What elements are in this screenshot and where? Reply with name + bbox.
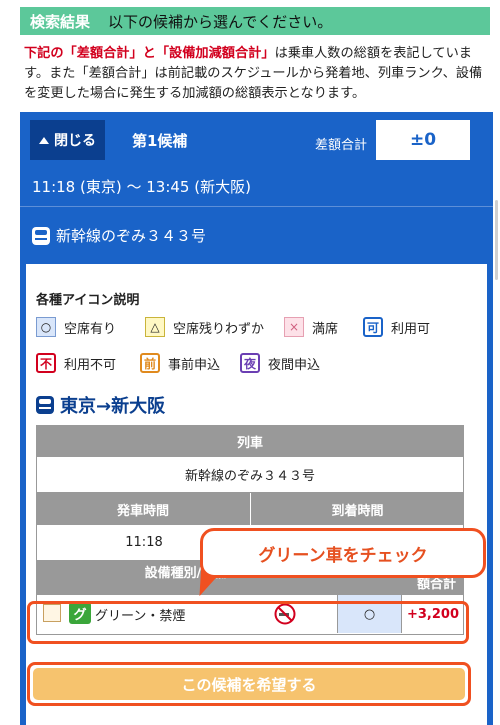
depart-header: 発車時間 <box>116 503 169 519</box>
collapse-triangle-icon <box>39 136 49 144</box>
legend-item-vacant: ○ 空席有り <box>36 317 116 337</box>
notice-text: 下記の「差額合計」と「設備加減額合計」は乗車人数の総額を表記しています。また「差… <box>24 44 490 104</box>
route-heading: 東京→新大阪 <box>36 392 165 418</box>
legend-item-night: 夜 夜間申込 <box>240 353 320 373</box>
notice-rest: また「差額合計」は前記載のスケジュールから発着地、列車ランク、設備を変更した場合… <box>24 66 483 101</box>
candidate-title: 第1候補 <box>132 132 188 150</box>
callout-bubble: グリーン車をチェック <box>200 528 486 578</box>
train-header-label: 列車 <box>236 435 263 451</box>
candidate-details: 各種アイコン説明 ○ 空席有り △ 空席残りわずか × 満席 可 利用可 不 利… <box>26 264 487 725</box>
train-summary: 新幹線のぞみ３４３号 <box>32 225 206 246</box>
result-title: 検索結果 <box>30 12 91 31</box>
unavailable-icon: 不 <box>36 353 56 373</box>
legend-label: 夜間申込 <box>268 357 321 373</box>
schedule-time: 11:18 (東京) 〜 13:45 (新大阪) <box>32 178 251 196</box>
available-icon: 可 <box>363 317 383 337</box>
row-highlight-frame <box>27 601 469 644</box>
request-candidate-button[interactable]: この候補を希望する <box>33 668 465 700</box>
train-icon <box>36 396 54 414</box>
legend-label: 事前申込 <box>168 357 221 373</box>
diff-total-value: ±0 <box>376 120 470 160</box>
full-icon: × <box>284 317 304 337</box>
legend-label: 空席残りわずか <box>173 321 265 337</box>
route-label: 東京→新大阪 <box>60 396 166 417</box>
legend-item-unavailable: 不 利用不可 <box>36 353 116 373</box>
legend-item-available: 可 利用可 <box>363 317 430 337</box>
legend-label: 満席 <box>312 321 339 337</box>
train-icon <box>32 226 50 245</box>
train-name-cell: 新幹線のぞみ３４３号 <box>36 457 464 493</box>
close-label: 閉じる <box>54 133 96 149</box>
train-name-value: 新幹線のぞみ３４３号 <box>184 469 315 484</box>
time-header-row: 発車時間 到着時間 <box>36 493 464 525</box>
train-name: 新幹線のぞみ３４３号 <box>56 227 207 245</box>
vacant-icon: ○ <box>36 317 56 337</box>
legend-item-full: × 満席 <box>284 317 338 337</box>
train-header: 列車 <box>36 425 464 457</box>
legend-title: 各種アイコン説明 <box>36 293 140 308</box>
legend-label: 利用可 <box>391 321 431 337</box>
legend-label: 空席有り <box>64 321 117 337</box>
arrive-header: 到着時間 <box>250 493 464 525</box>
advance-icon: 前 <box>140 353 160 373</box>
legend-label: 利用不可 <box>64 357 117 373</box>
scrollbar[interactable] <box>495 200 498 280</box>
legend-item-advance: 前 事前申込 <box>140 353 220 373</box>
result-subtitle: 以下の候補から選んでください。 <box>108 12 333 31</box>
diff-total-label: 差額合計 <box>315 138 368 153</box>
close-button[interactable]: 閉じる <box>30 120 105 160</box>
divider <box>20 206 493 207</box>
few-seats-icon: △ <box>145 317 165 337</box>
notice-highlight: 下記の「差額合計」と「設備加減額合計」 <box>24 46 275 61</box>
night-icon: 夜 <box>240 353 260 373</box>
legend-item-few: △ 空席残りわずか <box>145 317 264 337</box>
result-header: 検索結果 以下の候補から選んでください。 <box>20 7 490 35</box>
